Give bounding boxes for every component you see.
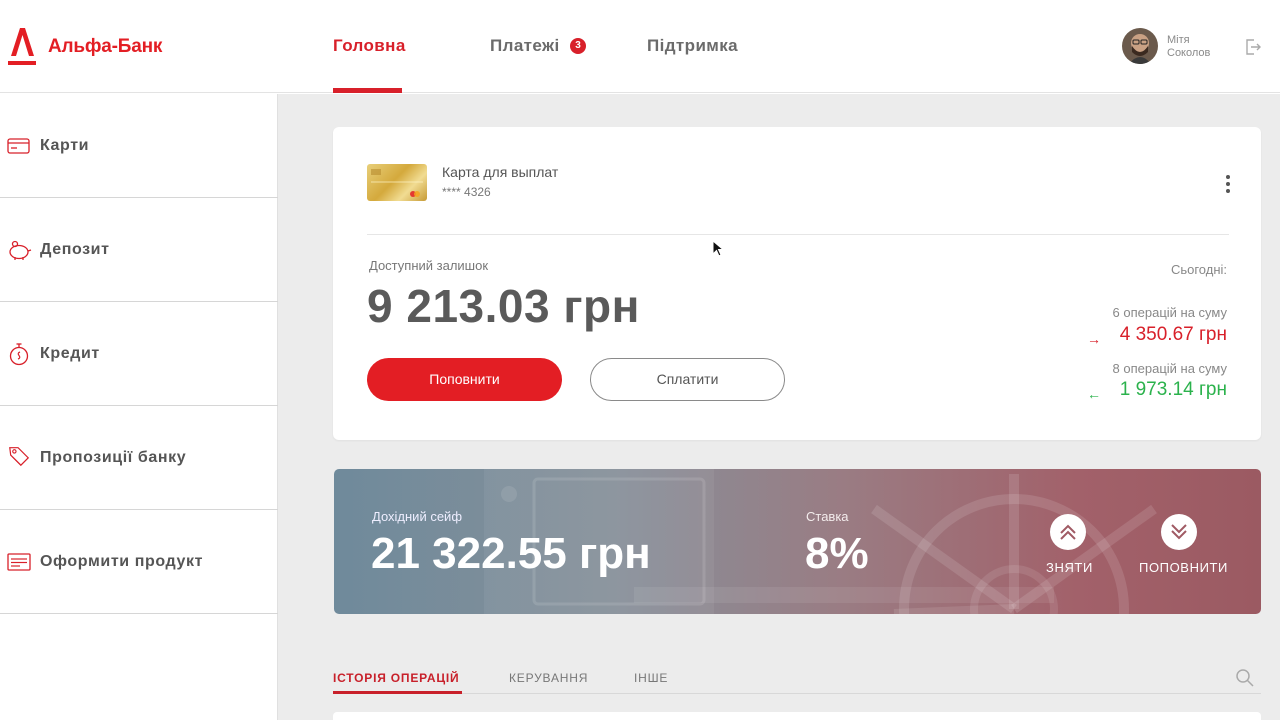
form-icon (7, 553, 31, 571)
card-panel: Карта для выплат **** 4326 Доступний зал… (333, 127, 1261, 440)
sidebar-item-deposit[interactable]: Депозит (0, 198, 278, 302)
savings-safe-banner: Дохідний сейф 21 322.55 грн Ставка 8% ЗН… (334, 469, 1261, 614)
card-divider (367, 234, 1229, 235)
withdraw-label[interactable]: ЗНЯТИ (1046, 560, 1093, 575)
safe-label: Дохідний сейф (372, 509, 463, 524)
tags-icon (9, 447, 30, 467)
operations-list (333, 712, 1261, 720)
nav-home[interactable]: Головна (333, 36, 406, 56)
today-label: Сьогодні: (1170, 262, 1227, 277)
sidebar-item-apply[interactable]: Оформити продукт (0, 510, 278, 614)
card-icon (7, 138, 30, 154)
nav-support[interactable]: Підтримка (647, 36, 738, 56)
sidebar-item-label: Кредит (40, 345, 100, 362)
payments-count-badge: 3 (570, 38, 586, 54)
top-header: Альфа-Банк Головна Платежі 3 Підтримка М… (0, 0, 1280, 93)
sidebar-item-label: Депозит (40, 241, 110, 258)
rate-label: Ставка (806, 509, 849, 524)
alfa-logo-icon (8, 28, 36, 65)
nav-payments[interactable]: Платежі (490, 36, 560, 56)
nav-active-indicator (333, 88, 402, 93)
incoming-amount: 1 973.14 грн (1119, 379, 1227, 400)
tab-history[interactable]: ІСТОРІЯ ОПЕРАЦІЙ (333, 671, 459, 685)
sidebar-item-credit[interactable]: Кредит (0, 302, 278, 406)
incoming-arrow-icon: ← (1087, 386, 1101, 402)
avatar[interactable] (1122, 28, 1158, 64)
outgoing-amount: 4 350.67 грн (1119, 324, 1227, 345)
search-icon[interactable] (1235, 668, 1255, 688)
user-first-name: Мітя (1167, 34, 1190, 46)
outgoing-ops-label: 6 операцій на суму (1112, 305, 1227, 320)
tab-active-indicator (333, 691, 462, 694)
bank-logo[interactable]: Альфа-Банк (8, 26, 162, 68)
tabs-divider (333, 693, 1261, 694)
safe-amount: 21 322.55 грн (371, 529, 651, 578)
pay-button[interactable]: Сплатити (590, 358, 785, 401)
mouse-cursor-icon (712, 240, 724, 257)
card-name: Карта для выплат (442, 164, 559, 180)
tab-other[interactable]: ІНШЕ (634, 671, 668, 685)
sidebar-item-offers[interactable]: Пропозиції банку (0, 406, 278, 510)
more-options-icon[interactable] (1225, 175, 1231, 195)
safe-topup-label[interactable]: ПОПОВНИТИ (1139, 560, 1228, 575)
card-number: **** 4326 (442, 185, 491, 199)
withdraw-button[interactable] (1050, 514, 1086, 550)
stopwatch-icon (9, 343, 29, 366)
balance-label: Доступний залишок (369, 258, 489, 273)
card-thumbnail[interactable] (367, 164, 427, 201)
bank-name: Альфа-Банк (48, 36, 163, 57)
chevrons-up-icon (1060, 524, 1076, 540)
incoming-ops-label: 8 операцій на суму (1112, 361, 1227, 376)
sidebar-item-cards[interactable]: Карти (0, 94, 278, 198)
sidebar-item-label: Карти (40, 137, 90, 154)
balance-amount: 9 213.03 грн (367, 280, 640, 332)
user-name: Мітя Соколов (1167, 34, 1210, 60)
outgoing-arrow-icon: → (1087, 331, 1101, 347)
chevrons-down-icon (1171, 524, 1187, 540)
safe-topup-button[interactable] (1161, 514, 1197, 550)
user-last-name: Соколов (1167, 47, 1211, 59)
rate-value: 8% (805, 529, 869, 578)
tab-manage[interactable]: КЕРУВАННЯ (509, 671, 588, 685)
logout-icon[interactable] (1244, 38, 1262, 56)
sidebar-item-label: Пропозиції банку (40, 449, 187, 466)
sidebar-item-label: Оформити продукт (40, 553, 204, 570)
topup-button[interactable]: Поповнити (367, 358, 562, 401)
piggy-bank-icon (9, 240, 32, 260)
sidebar: Карти Депозит Кредит Пропозиції банку Оф… (0, 94, 278, 720)
